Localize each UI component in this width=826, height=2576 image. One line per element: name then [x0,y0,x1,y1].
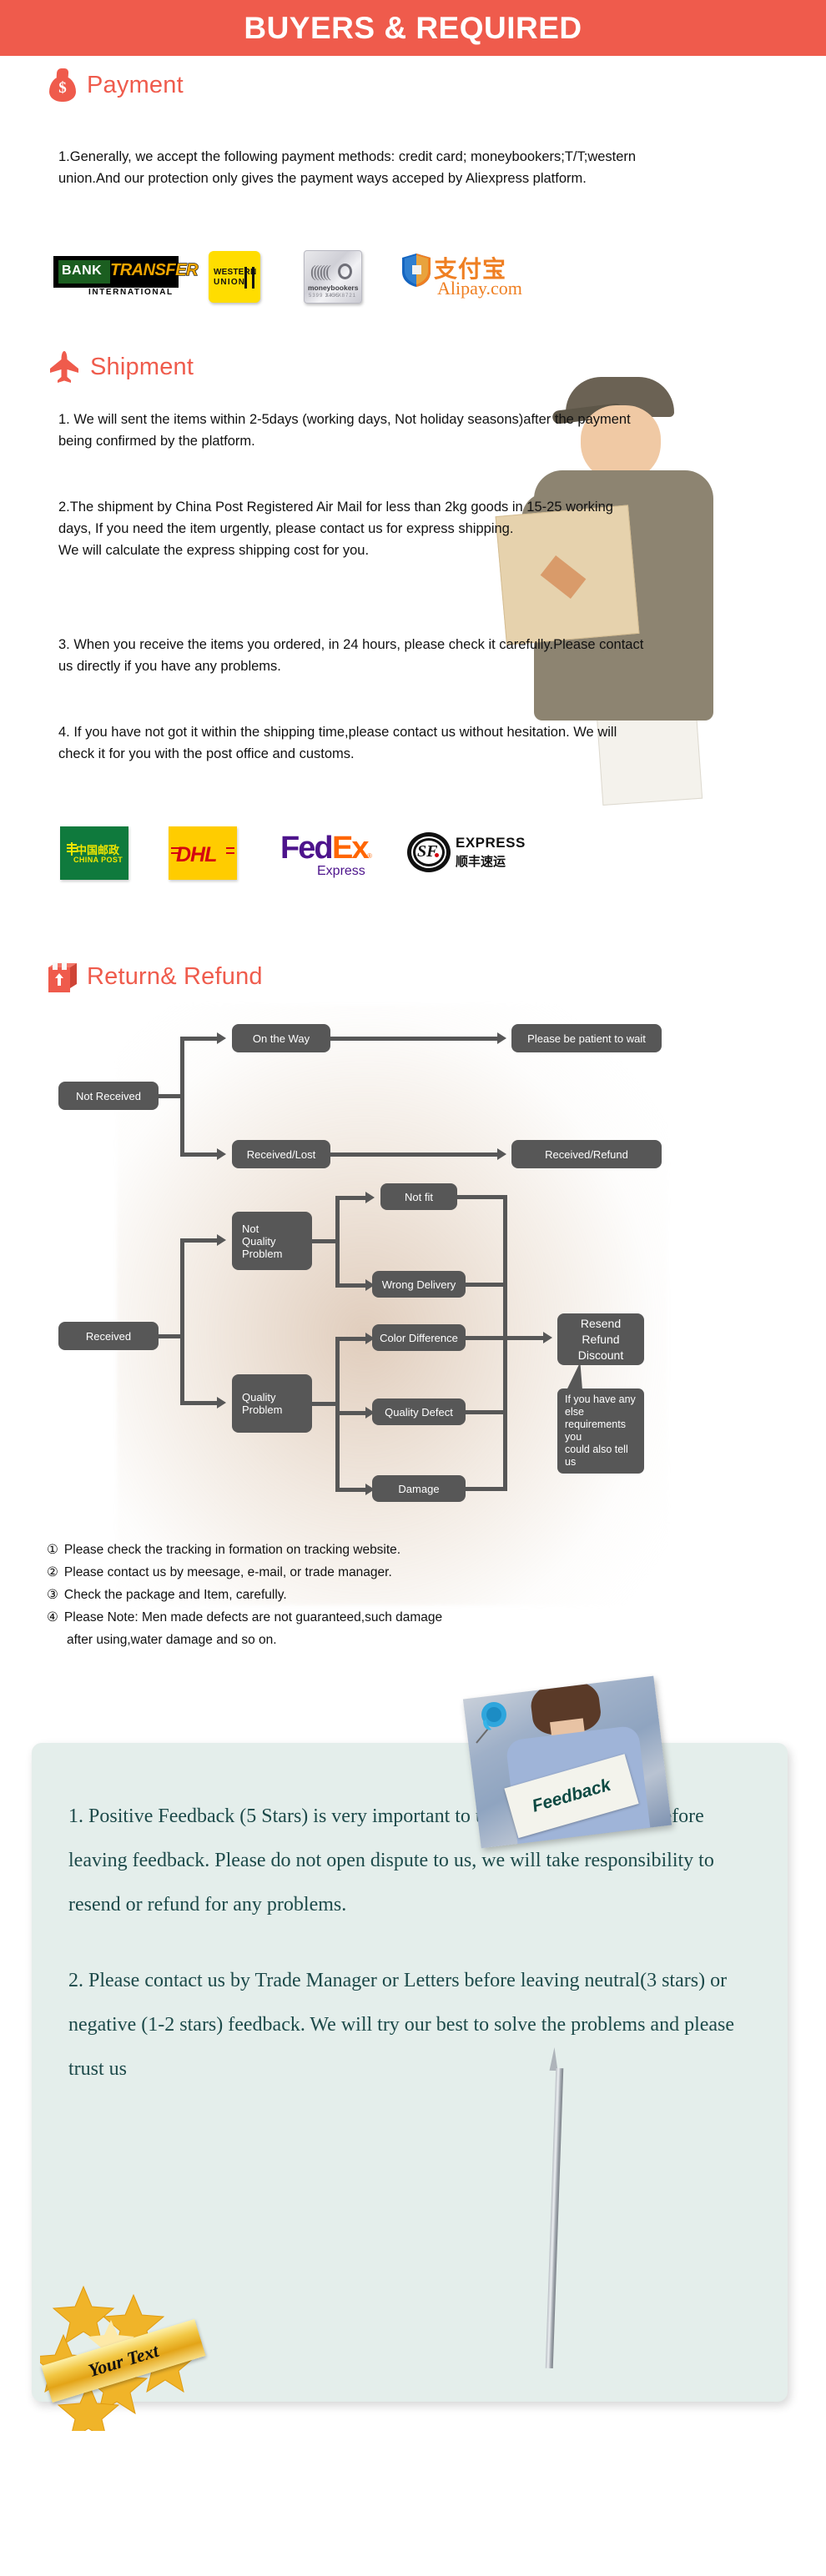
note-marker: ③ [47,1588,58,1602]
shipment-paragraph-3: 3. When you receive the items you ordere… [58,637,644,674]
return-refund-heading-label: Return& Refund [87,962,263,990]
note-item: ④ Please Note: Men made defects are not … [47,1606,798,1629]
china-post-logo: 中国邮政 CHINA POST [60,826,128,880]
note-text: Please contact us by meesage, e-mail, or… [63,1565,392,1579]
china-post-en-label: CHINA POST [73,856,123,864]
wu-line2: UNION [214,278,246,287]
western-union-logo: WESTERN UNION [209,251,260,303]
page-title: BUYERS & REQUIRED [244,10,582,45]
note-text: Check the package and Item, carefully. [63,1588,287,1602]
return-refund-section-heading: Return& Refund [48,961,263,992]
buyers-required-page: BUYERS & REQUIRED $ Payment 1.Generally,… [0,0,826,2576]
note-marker: ② [47,1565,58,1579]
flow-node-not-received: Not Received [58,1082,159,1110]
alipay-logo: 支付宝 Alipay.com [402,253,540,301]
payment-heading-label: Payment [87,71,184,98]
money-bag-icon: $ [48,68,77,102]
your-text-badge: Your Text [32,2277,207,2442]
note-text: Please check the tracking in formation o… [63,1543,401,1557]
alipay-shield-icon [402,254,431,287]
flow-node-quality-defect: Quality Defect [372,1398,466,1425]
flow-node-received-refund: Received/Refund [511,1140,662,1168]
bank-transfer-line1: BANK [62,264,103,278]
feedback-paragraph-2: 2. Please contact us by Trade Manager or… [68,1970,735,2080]
sf-express-logo: SF EXPRESS 顺丰速运 [407,831,525,875]
flow-node-resend-refund-discount: Resend Refund Discount [557,1313,644,1365]
flow-node-received: Received [58,1322,159,1350]
shipment-section-heading: Shipment [48,350,194,384]
flow-node-wrong-delivery: Wrong Delivery [372,1271,466,1298]
flow-callout-extra-requirements: If you have any else requirements you co… [557,1388,644,1474]
sf-en-label: EXPRESS [456,835,526,851]
return-refund-notes: ① Please check the tracking in formation… [47,1539,798,1651]
payment-logos: BANK TRANSFER INTERNATIONAL WESTERN UNIO… [53,250,540,304]
shipment-paragraph-2: 2.The shipment by China Post Registered … [58,500,613,558]
moneybookers-circle-icon [338,264,352,279]
bank-transfer-line3: INTERNATIONAL [88,288,174,297]
sf-cn-label: 顺丰速运 [456,854,506,869]
sf-mark-label: SF [417,842,438,861]
bank-transfer-logo: BANK TRANSFER INTERNATIONAL [53,256,199,298]
flow-node-color-difference: Color Difference [372,1324,466,1351]
airplane-icon [50,351,78,383]
flow-node-not-fit: Not fit [380,1183,457,1210]
page-banner: BUYERS & REQUIRED [0,0,826,56]
note-text: Please Note: Men made defects are not gu… [63,1610,443,1624]
push-pin-icon [476,1702,506,1744]
note-item: ③ Check the package and Item, carefully. [47,1584,798,1606]
flow-node-quality-problem: Quality Problem [232,1374,312,1433]
moneybookers-num-right: 3455 8721 [325,294,356,299]
note-continuation: after using,water damage and so on. [67,1633,277,1647]
flow-node-please-wait: Please be patient to wait [511,1024,662,1052]
note-item: ② Please contact us by meesage, e-mail, … [47,1561,798,1584]
fedex-registered-icon: ® [367,852,372,860]
moneybookers-logo: (((((( moneybookers 5399 XXXX 3455 8721 [304,250,362,304]
return-refund-flowchart: Not Received On the Way Please be patien… [0,1005,826,1622]
bank-transfer-line2: TRANSFER [109,260,199,279]
package-box-icon [48,961,77,992]
fedex-ex-label: Ex [332,831,370,866]
feedback-text: 1. Positive Feedback (5 Stars) is very i… [68,1795,736,2123]
flow-node-on-the-way: On the Way [232,1024,330,1052]
payment-paragraph: 1.Generally, we accept the following pay… [58,149,637,186]
dhl-label: DHL [176,843,217,866]
note-marker: ④ [47,1610,58,1624]
shipment-paragraph-4: 4. If you have not got it within the shi… [58,725,617,761]
payment-section-heading: $ Payment [48,68,184,102]
fedex-logo: Fed Ex ® Express [280,826,372,881]
dhl-logo: DHL [169,826,237,880]
flow-node-damage: Damage [372,1475,466,1502]
alipay-en-label: Alipay.com [437,278,522,299]
shipping-carrier-logos: 中国邮政 CHINA POST DHL Fed Ex ® Express SF … [60,826,525,881]
shipment-heading-label: Shipment [90,353,194,380]
fedex-express-label: Express [317,864,365,878]
moneybookers-waves-icon: (((((( [310,263,331,281]
wu-bars-icon [244,267,254,289]
flow-node-not-quality-problem: Not Quality Problem [232,1212,312,1270]
sf-dot-icon [435,853,439,857]
flow-node-received-lost: Received/Lost [232,1140,330,1168]
note-marker: ① [47,1543,58,1557]
fedex-fed-label: Fed [280,831,334,866]
note-item: ① Please check the tracking in formation… [47,1539,798,1561]
shipment-paragraph-1: 1. We will sent the items within 2-5days… [58,412,631,449]
moneybookers-label: moneybookers [308,284,359,292]
flowchart-background-photo [117,1005,667,1605]
